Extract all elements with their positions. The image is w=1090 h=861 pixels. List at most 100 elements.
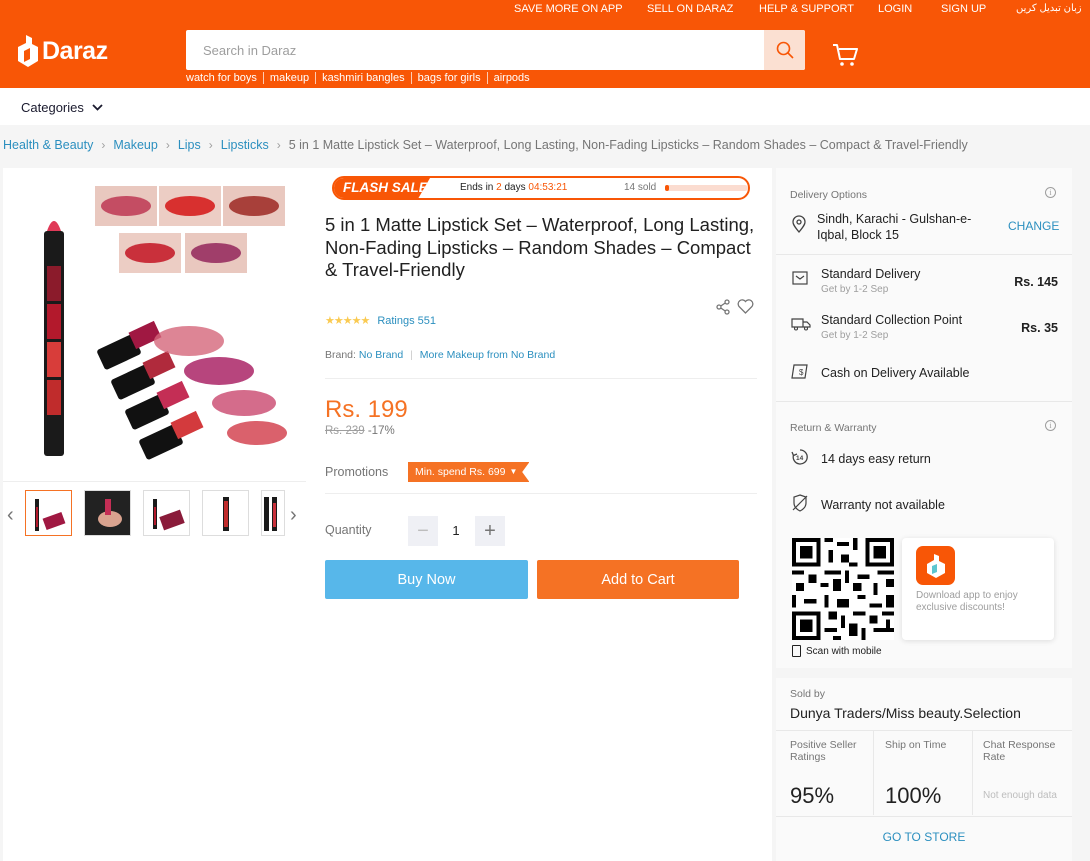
share-icon[interactable]: [715, 299, 731, 315]
brand-row: Brand: No Brand | More Makeup from No Br…: [325, 349, 555, 361]
chevron-right-icon: ›: [208, 138, 213, 152]
promotion-text: Min. spend Rs. 699: [415, 466, 506, 478]
collection-point-date: Get by 1-2 Sep: [821, 330, 889, 341]
seller-name[interactable]: Dunya Traders/Miss beauty.Selection: [790, 705, 1021, 721]
signup-link[interactable]: SIGN UP: [941, 3, 986, 15]
quantity-increase-button[interactable]: +: [475, 516, 505, 546]
phone-icon: [792, 645, 801, 657]
change-language-link[interactable]: زبان تبدیل کریں: [1016, 3, 1082, 14]
breadcrumb-link[interactable]: Makeup: [113, 138, 157, 152]
product-title: 5 in 1 Matte Lipstick Set – Waterproof, …: [325, 214, 755, 280]
quantity-label: Quantity: [325, 523, 372, 537]
breadcrumb-link[interactable]: Lips: [178, 138, 201, 152]
return-icon: 14: [791, 449, 808, 465]
thumbnail[interactable]: [143, 490, 190, 536]
app-promo-card[interactable]: Download app to enjoy exclusive discount…: [902, 538, 1054, 640]
thumbnail[interactable]: [84, 490, 131, 536]
metric-value: 100%: [885, 783, 942, 808]
product-price: Rs. 199: [325, 396, 408, 423]
quantity-decrease-button[interactable]: −: [408, 516, 438, 546]
standard-delivery-date: Get by 1-2 Sep: [821, 284, 889, 295]
change-location-link[interactable]: CHANGE: [1008, 219, 1059, 233]
app-download-section: Scan with mobile Download app to enjoy e…: [776, 532, 1072, 668]
breadcrumb-current: 5 in 1 Matte Lipstick Set – Waterproof, …: [288, 138, 968, 152]
category-bar: Categories: [0, 88, 1090, 125]
thumbnail-image: [222, 497, 229, 531]
warranty-text: Warranty not available: [821, 498, 945, 512]
search-button[interactable]: [764, 30, 805, 70]
daraz-app-icon: [916, 546, 955, 585]
chevron-right-icon: ›: [165, 138, 170, 152]
buy-now-button[interactable]: Buy Now: [325, 560, 528, 599]
sold-count: 14 sold: [624, 182, 657, 193]
app-promo-text: Download app to enjoy exclusive discount…: [916, 590, 1018, 613]
daraz-logo[interactable]: Daraz: [18, 35, 108, 67]
breadcrumb-link[interactable]: Lipsticks: [221, 138, 269, 152]
save-more-on-app-link[interactable]: SAVE MORE ON APP: [514, 3, 623, 15]
seller-metric-ship-on-time: Ship on Time 100%: [871, 730, 972, 815]
metric-value: Not enough data: [983, 790, 1057, 801]
heart-icon[interactable]: [737, 299, 754, 314]
svg-text:$: $: [799, 368, 804, 377]
search-suggestions: watch for boys makeup kashmiri bangles b…: [186, 72, 536, 84]
product-card: ‹ › FLASH SALE Ends in 2 days 04:53:21 1…: [3, 168, 772, 861]
sell-on-daraz-link[interactable]: SELL ON DARAZ: [647, 3, 733, 15]
info-icon[interactable]: i: [1045, 187, 1056, 198]
discount-percent: -17%: [367, 425, 395, 437]
star-rating: ★★★★★: [325, 315, 370, 327]
thumbnail-strip: [25, 490, 297, 536]
breadcrumb-link[interactable]: Health & Beauty: [3, 138, 93, 152]
search-input[interactable]: [186, 30, 764, 70]
seller-metric-chat-response: Chat Response Rate Not enough data: [969, 730, 1072, 815]
chevron-down-icon: [92, 104, 103, 111]
suggestion-link[interactable]: kashmiri bangles: [315, 72, 411, 84]
thumbnail[interactable]: [202, 490, 249, 536]
standard-delivery-title: Standard Delivery: [821, 267, 921, 281]
suggestion-link[interactable]: makeup: [262, 72, 315, 84]
return-policy-text: 14 days easy return: [821, 452, 931, 466]
suggestion-link[interactable]: airpods: [486, 72, 536, 84]
cart-icon: [833, 44, 858, 66]
search-bar: [186, 30, 805, 70]
chevron-right-icon: ›: [101, 138, 106, 152]
metric-label: Chat Response Rate: [983, 739, 1056, 763]
cash-icon: $: [791, 364, 808, 379]
chevron-right-icon[interactable]: ›: [290, 504, 297, 527]
collection-point-price: Rs. 35: [1021, 321, 1058, 335]
original-price: Rs. 239: [325, 425, 365, 437]
gallery-divider: [3, 481, 306, 482]
promotion-tag[interactable]: Min. spend Rs. 699 ▼: [408, 462, 530, 482]
chevron-left-icon[interactable]: ‹: [7, 504, 14, 527]
sold-progress-bar: [665, 185, 748, 191]
scan-text: Scan with mobile: [806, 645, 882, 657]
ratings-link[interactable]: Ratings 551: [377, 315, 436, 327]
chevron-right-icon: ›: [276, 138, 281, 152]
info-icon[interactable]: i: [1045, 420, 1056, 431]
divider: [776, 401, 1072, 402]
divider: [776, 254, 1072, 255]
thumbnail[interactable]: [25, 490, 72, 536]
no-warranty-icon: [792, 494, 808, 512]
location-pin-icon: [792, 215, 806, 233]
login-link[interactable]: LOGIN: [878, 3, 912, 15]
thumbnail-image: [85, 491, 130, 535]
add-to-cart-button[interactable]: Add to Cart: [537, 560, 739, 599]
quantity-value[interactable]: 1: [444, 523, 468, 538]
suggestion-link[interactable]: watch for boys: [186, 72, 263, 84]
go-to-store-link[interactable]: GO TO STORE: [776, 816, 1072, 861]
brand-link[interactable]: No Brand: [359, 349, 403, 361]
ends-prefix: Ends in: [460, 182, 494, 193]
suggestion-link[interactable]: bags for girls: [410, 72, 487, 84]
thumbnail[interactable]: [261, 490, 285, 536]
cart-button[interactable]: [832, 43, 858, 72]
sold-progress-fill: [665, 185, 670, 191]
metric-value: 95%: [790, 783, 835, 808]
rating-row: ★★★★★ Ratings 551: [325, 314, 436, 328]
qr-code: [792, 538, 894, 640]
truck-icon: [791, 318, 811, 331]
help-support-link[interactable]: HELP & SUPPORT: [759, 3, 854, 15]
more-from-brand-link[interactable]: More Makeup from No Brand: [420, 349, 555, 361]
categories-dropdown[interactable]: Categories: [21, 100, 103, 115]
product-main-image[interactable]: [29, 181, 291, 466]
seller-metric-positive-ratings: Positive Seller Ratings 95%: [776, 730, 873, 815]
